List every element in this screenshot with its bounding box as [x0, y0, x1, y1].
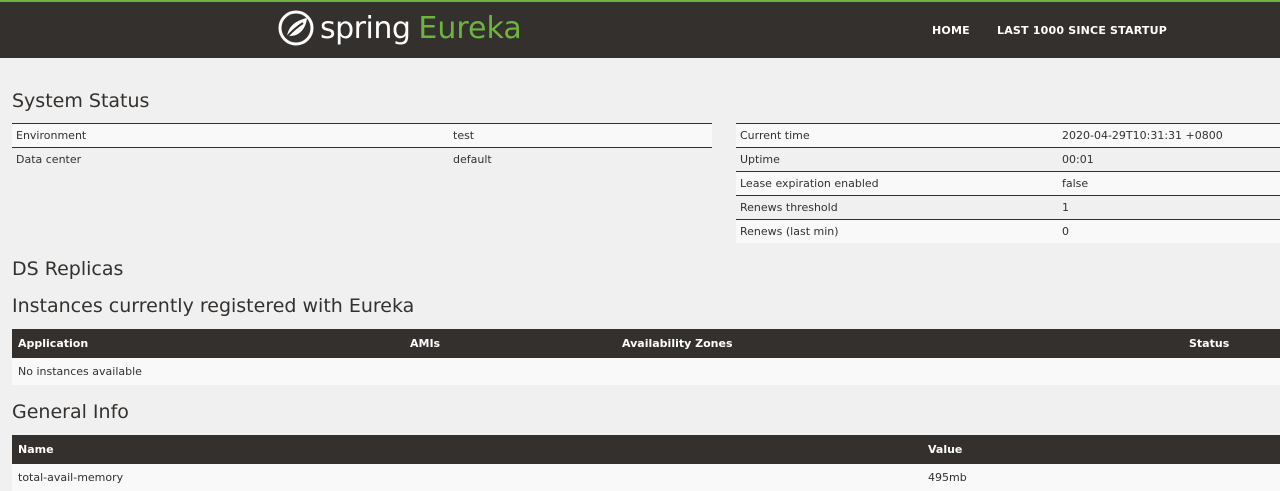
- ds-replicas-title: DS Replicas: [12, 258, 124, 280]
- col-amis: AMIs: [404, 329, 616, 358]
- general-info-table: Name Value total-avail-memory 495mb: [12, 435, 1280, 491]
- navbar: spring Eureka HOME LAST 1000 SINCE START…: [0, 0, 1280, 58]
- nav-home-link[interactable]: HOME: [932, 24, 970, 37]
- table-row: Lease expiration enabled false: [736, 171, 1280, 196]
- table-header-row: Application AMIs Availability Zones Stat…: [12, 329, 1280, 358]
- general-info-title: General Info: [12, 401, 129, 423]
- instances-title: Instances currently registered with Eure…: [12, 295, 415, 317]
- current-time-value: 2020-04-29T10:31:31 +0800: [1058, 123, 1280, 148]
- col-availability-zones: Availability Zones: [616, 329, 1183, 358]
- brand-eureka-text: Eureka: [418, 10, 522, 46]
- info-value: 495mb: [922, 464, 1280, 491]
- table-row: Data center default: [12, 147, 712, 171]
- env-label: Environment: [12, 123, 449, 148]
- brand-logo[interactable]: spring Eureka: [278, 8, 522, 48]
- lease-label: Lease expiration enabled: [736, 171, 1058, 196]
- table-header-row: Name Value: [12, 435, 1280, 464]
- instances-table: Application AMIs Availability Zones Stat…: [12, 329, 1280, 385]
- no-instances-text: No instances available: [12, 358, 1280, 385]
- nav-last1000-link[interactable]: LAST 1000 SINCE STARTUP: [997, 24, 1167, 37]
- env-value: test: [449, 123, 712, 148]
- system-status-left-table: Environment test Data center default: [12, 123, 712, 171]
- renews-last-min-label: Renews (last min): [736, 219, 1058, 243]
- col-status: Status: [1183, 329, 1280, 358]
- table-row: Renews threshold 1: [736, 195, 1280, 220]
- col-name: Name: [12, 435, 922, 464]
- system-status-title: System Status: [12, 90, 150, 112]
- col-value: Value: [922, 435, 1280, 464]
- info-name: total-avail-memory: [12, 464, 922, 491]
- table-row: No instances available: [12, 358, 1280, 385]
- uptime-value: 00:01: [1058, 147, 1280, 172]
- system-status-right-table: Current time 2020-04-29T10:31:31 +0800 U…: [736, 123, 1280, 243]
- current-time-label: Current time: [736, 123, 1058, 148]
- datacenter-label: Data center: [12, 147, 449, 171]
- table-row: total-avail-memory 495mb: [12, 464, 1280, 491]
- table-row: Uptime 00:01: [736, 147, 1280, 172]
- uptime-label: Uptime: [736, 147, 1058, 172]
- table-row: Environment test: [12, 123, 712, 148]
- table-row: Current time 2020-04-29T10:31:31 +0800: [736, 123, 1280, 148]
- brand-spring-text: spring: [320, 10, 411, 46]
- renews-last-min-value: 0: [1058, 219, 1280, 243]
- table-row: Renews (last min) 0: [736, 219, 1280, 243]
- renews-threshold-value: 1: [1058, 195, 1280, 220]
- datacenter-value: default: [449, 147, 712, 171]
- lease-value: false: [1058, 171, 1280, 196]
- renews-threshold-label: Renews threshold: [736, 195, 1058, 220]
- col-application: Application: [12, 329, 404, 358]
- spring-leaf-icon: [278, 10, 314, 46]
